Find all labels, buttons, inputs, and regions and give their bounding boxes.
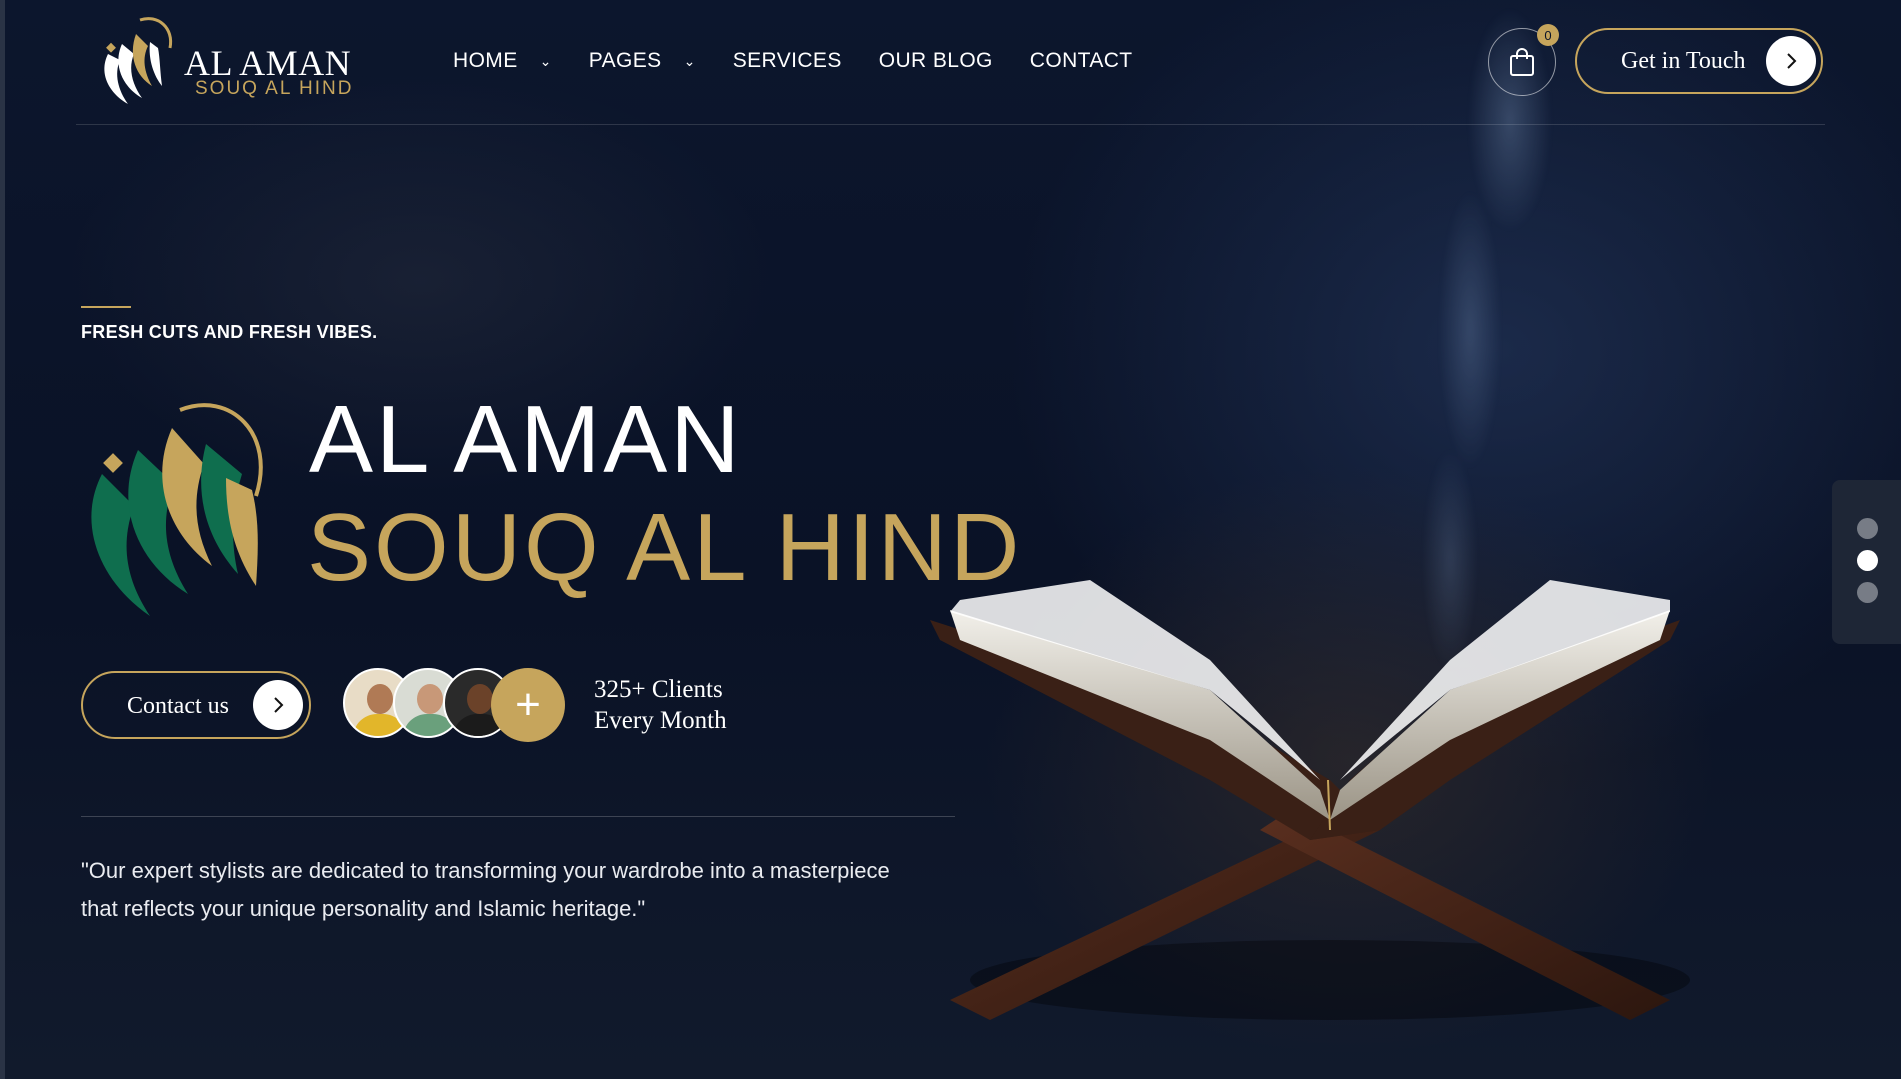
clients-count: 325+ Clients	[594, 676, 723, 703]
hero-divider	[81, 816, 955, 817]
nav-item-label: PAGES	[588, 49, 662, 72]
main-nav: HOME ⌄ PAGES ⌄ SERVICES OUR BLOG CONTACT	[453, 44, 1170, 78]
site-header: AL AMAN SOUQ AL HIND HOME ⌄ PAGES ⌄ SERV…	[76, 0, 1825, 125]
hero-emblem-icon	[91, 403, 263, 616]
nav-item-pages[interactable]: PAGES ⌄	[589, 49, 696, 73]
nav-item-services[interactable]: SERVICES	[733, 49, 842, 73]
chevron-down-icon: ⌄	[683, 53, 696, 69]
hero-tagline: FRESH CUTS AND FRESH VIBES.	[81, 322, 378, 342]
site-logo[interactable]: AL AMAN SOUQ AL HIND	[88, 14, 358, 114]
cart-button[interactable]: 0	[1488, 24, 1559, 96]
get-in-touch-label: Get in Touch	[1621, 48, 1746, 74]
nav-item-label: CONTACT	[1029, 49, 1133, 72]
slider-dot[interactable]	[1857, 582, 1878, 603]
client-avatars: +	[343, 668, 565, 742]
shopping-bag-icon	[1510, 48, 1534, 76]
slider-dot[interactable]	[1857, 518, 1878, 539]
nav-item-home[interactable]: HOME ⌄	[453, 49, 552, 73]
get-in-touch-button[interactable]: Get in Touch	[1575, 28, 1823, 94]
chevron-down-icon: ⌄	[539, 53, 552, 69]
logo-emblem-icon	[104, 17, 173, 104]
contact-us-button[interactable]: Contact us	[81, 671, 311, 739]
nav-item-label: OUR BLOG	[878, 49, 993, 72]
slider-dot-active[interactable]	[1857, 550, 1878, 571]
clients-period: Every Month	[594, 707, 727, 734]
cart-count-badge: 0	[1537, 24, 1559, 46]
hero-quote: "Our expert stylists are dedicated to tr…	[81, 858, 890, 921]
quran-book-illustration	[930, 580, 1690, 1020]
slider-pagination	[1832, 480, 1901, 644]
nav-item-contact[interactable]: CONTACT	[1030, 49, 1133, 73]
nav-item-label: HOME	[453, 49, 518, 72]
tagline-accent-line	[81, 306, 131, 308]
chevron-right-icon	[1766, 36, 1816, 86]
add-icon[interactable]: +	[491, 668, 565, 742]
left-edge-bar	[0, 0, 5, 1079]
chevron-right-icon	[253, 680, 303, 730]
contact-us-label: Contact us	[127, 693, 229, 719]
nav-item-our-blog[interactable]: OUR BLOG	[879, 49, 993, 73]
clients-stat: 325+ Clients Every Month	[594, 674, 727, 736]
hero-title-line1: AL AMAN	[309, 386, 743, 493]
logo-subtitle: SOUQ AL HIND	[195, 78, 354, 99]
nav-item-label: SERVICES	[732, 49, 842, 72]
